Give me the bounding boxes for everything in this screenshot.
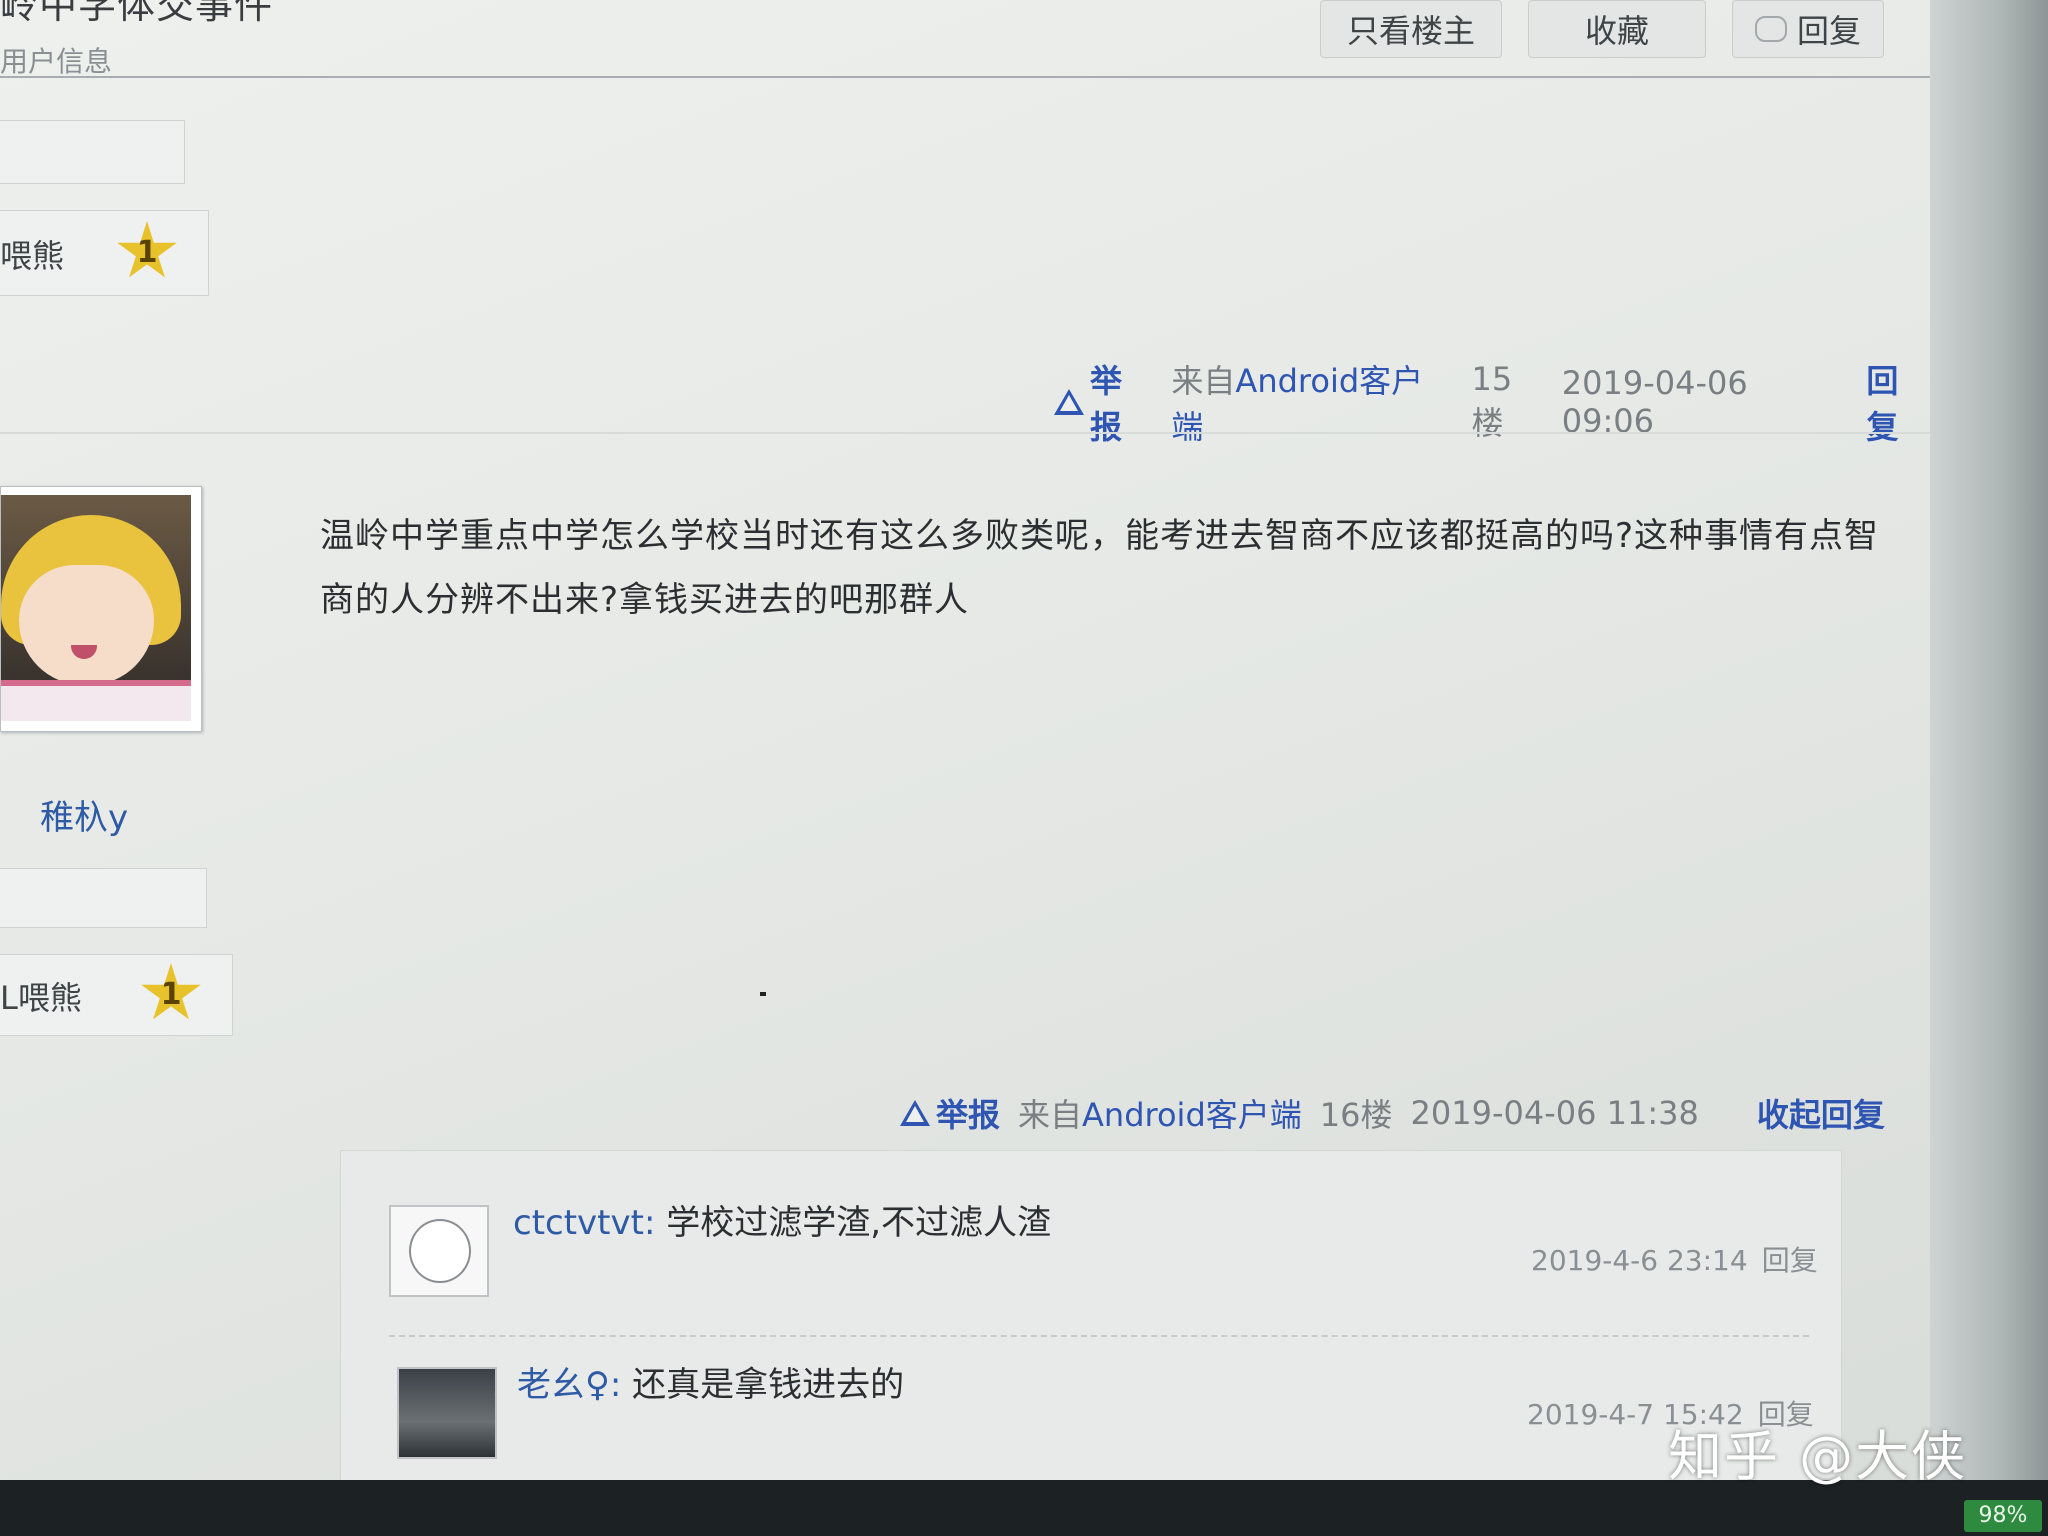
reply-avatar[interactable] [397,1367,497,1459]
reply-button[interactable]: 回复 [1732,0,1884,58]
favorite-label: 收藏 [1584,12,1649,50]
favorite-button[interactable]: 收藏 [1528,0,1706,58]
watermark: 知乎 @大侠 [1668,1425,1968,1488]
post-time: 2019-04-06 09:06 [1561,364,1748,440]
reply-link[interactable]: 回复 [1866,356,1930,448]
floor-number: 16楼 [1319,1096,1393,1134]
header-divider [0,76,1930,78]
warning-icon [900,1100,930,1126]
reply-username[interactable]: ctctvtvt: [513,1203,655,1243]
username[interactable]: 稚杁y [40,790,128,839]
report-label: 举报 [1090,362,1123,446]
post-divider [0,432,1930,434]
reply-item: ctctvtvt: 学校过滤学渣,不过滤人渣 [513,1195,1051,1244]
reply-label: 回复 [1796,12,1861,50]
only-op-label: 只看楼主 [1346,12,1475,50]
reply-bubble-icon [1754,16,1787,42]
user-level-box [0,120,185,184]
star-badge-icon: 1 [141,963,201,1020]
reply-divider [389,1335,1809,1337]
reply-avatar[interactable] [389,1205,489,1297]
report-label: 举报 [936,1096,1001,1134]
badge-name: 喂熊 [0,237,65,275]
reply-item: 老幺♀: 还真是拿钱进去的 [517,1357,904,1406]
browser-screen: 岭中学体交事件 用户信息 只看楼主 收藏 回复 喂熊 1 举报 来自Androi… [0,0,1930,1480]
thread-title: 岭中学体交事件 [0,0,274,27]
screen-bezel [1930,0,2048,1480]
star-badge-icon: 1 [117,221,177,278]
battery-indicator: 98% [1964,1500,2042,1532]
post-content: 温岭中学重点中学怎么学校当时还有这么多败类呢，能考进去智商不应该都挺高的吗?这种… [320,516,1880,620]
client-link[interactable]: Android客户端 [1082,1096,1302,1134]
avatar[interactable] [0,486,202,732]
reply-time: 2019-4-6 23:14 [1531,1244,1748,1277]
user-level-box [0,868,207,928]
post-15-tail: 举报 来自Android客户端 15楼 2019-04-06 09:06 回复 [1054,356,1930,448]
mouse-cursor [760,992,766,996]
reply-meta: 2019-4-6 23:14 回复 [1531,1239,1818,1279]
collapse-replies-link[interactable]: 收起回复 [1757,1090,1885,1136]
reply-text: 还真是拿钱进去的 [621,1365,905,1405]
avatar-image [1,495,191,721]
report-link[interactable]: 举报 [900,1090,1000,1136]
reply-list: ctctvtvt: 学校过滤学渣,不过滤人渣 2019-4-6 23:14 回复 … [340,1150,1842,1480]
warning-icon [1054,389,1084,415]
reply-username[interactable]: 老幺♀: [517,1365,621,1405]
report-link[interactable]: 举报 [1054,356,1153,448]
thread-subtitle: 用户信息 [0,45,113,78]
user-badge-box[interactable]: 喂熊 1 [0,210,209,296]
client-source: 来自Android客户端 [1018,1096,1302,1134]
post-time: 2019-04-06 11:38 [1410,1094,1699,1132]
user-badge-box[interactable]: L喂熊 1 [0,954,233,1036]
client-source: 来自Android客户端 [1171,362,1424,446]
badge-name: L喂熊 [0,979,82,1017]
reply-text: 学校过滤学渣,不过滤人渣 [655,1203,1052,1243]
post-16-tail: 举报 来自Android客户端 16楼 2019-04-06 11:38 收起回… [900,1090,1885,1136]
only-op-button[interactable]: 只看楼主 [1320,0,1502,58]
reply-link[interactable]: 回复 [1762,1244,1818,1277]
